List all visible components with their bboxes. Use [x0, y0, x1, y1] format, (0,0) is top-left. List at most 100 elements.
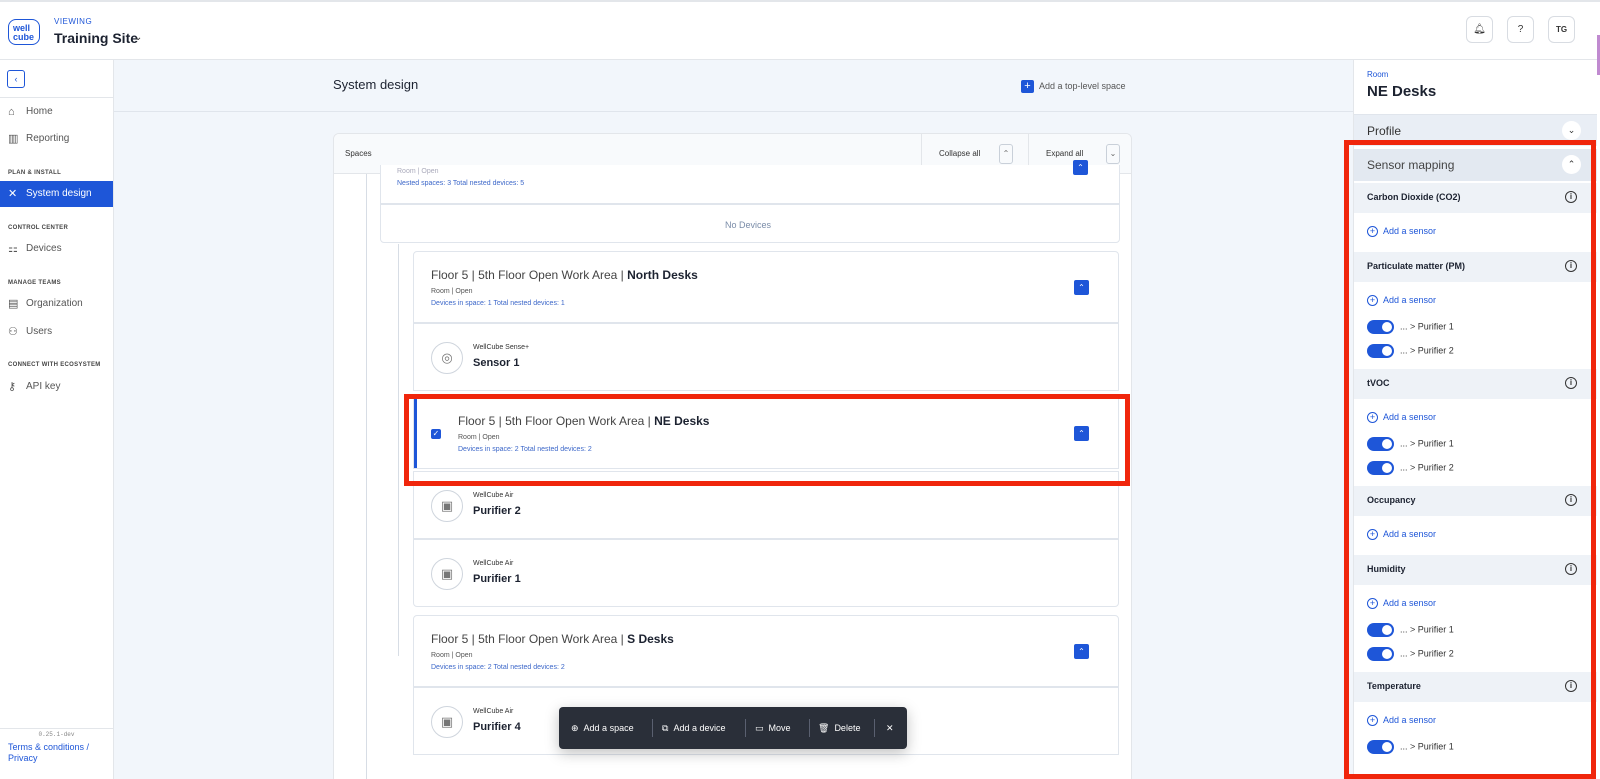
chevron-down-icon[interactable]: ⌄	[1562, 121, 1581, 140]
chevron-down-icon[interactable]: ⌄	[134, 32, 142, 43]
toggle-switch[interactable]	[1367, 623, 1394, 637]
wellcube-logo[interactable]: well cube	[8, 19, 40, 45]
toggle-switch[interactable]	[1367, 461, 1394, 475]
section-teams: MANAGE TEAMS	[8, 280, 61, 286]
profile-section-header[interactable]: Profile ⌄	[1354, 114, 1597, 146]
space-row-partial[interactable]: Room | Open Nested spaces: 3 Total neste…	[380, 160, 1120, 204]
help-icon[interactable]: ?	[1507, 16, 1534, 43]
toggle-switch[interactable]	[1367, 320, 1394, 334]
mapping-toggle[interactable]: ... > Purifier 1	[1367, 740, 1454, 754]
collapse-space-icon[interactable]: ⌃	[1074, 426, 1089, 441]
user-avatar[interactable]: TG	[1548, 16, 1575, 43]
sensor-group-occupancy: Occupancy i	[1354, 486, 1597, 516]
top-bar: well cube VIEWING Training Site ⌄ 🔔︎ ? T…	[0, 0, 1600, 60]
add-top-level-label: Add a top-level space	[1039, 80, 1126, 91]
section-control: CONTROL CENTER	[8, 225, 69, 231]
delete-button[interactable]: 🗑︎ Delete	[818, 707, 860, 749]
site-selector[interactable]: Training Site	[54, 30, 138, 46]
sidebar-item-label: Users	[26, 326, 53, 337]
info-icon[interactable]: i	[1565, 680, 1577, 692]
mapping-toggle[interactable]: ... > Purifier 2	[1367, 647, 1454, 661]
home-icon: ⌂	[8, 106, 15, 118]
collapse-all-label: Collapse all	[939, 149, 981, 158]
group-name: Particulate matter (PM)	[1367, 261, 1466, 271]
add-top-level-space-button[interactable]: + Add a top-level space	[1021, 80, 1126, 93]
sidebar-item-label: Reporting	[26, 133, 70, 144]
mapping-toggle[interactable]: ... > Purifier 2	[1367, 344, 1454, 358]
viewing-label: VIEWING	[54, 17, 93, 26]
spaces-card: Spaces Collapse all ⌃ Expand all ⌄ Room …	[333, 133, 1132, 779]
add-sensor-button[interactable]: + Add a sensor	[1367, 529, 1436, 540]
space-row[interactable]: Floor 5 | 5th Floor Open Work Area | Nor…	[413, 251, 1119, 323]
details-panel: Room NE Desks Profile ⌄ Sensor mapping ⌃…	[1353, 60, 1597, 779]
info-icon[interactable]: i	[1565, 260, 1577, 272]
group-name: Humidity	[1367, 564, 1406, 574]
group-name: Carbon Dioxide (CO2)	[1367, 192, 1461, 202]
expand-all-icon: ⌄	[1106, 144, 1120, 164]
collapse-space-icon[interactable]: ⌃	[1073, 160, 1088, 175]
toggle-switch[interactable]	[1367, 740, 1394, 754]
device-type: WellCube Sense+	[473, 344, 530, 351]
collapse-space-icon[interactable]: ⌃	[1074, 644, 1089, 659]
toggle-switch[interactable]	[1367, 647, 1394, 661]
sidebar-item-users[interactable]: ⚇ Users	[0, 319, 113, 345]
info-icon[interactable]: i	[1565, 377, 1577, 389]
collapse-sidebar-icon[interactable]: ‹	[7, 70, 25, 88]
device-name: Purifier 1	[473, 573, 521, 585]
space-type: Room | Open	[431, 652, 473, 659]
divider	[652, 719, 653, 737]
mapping-toggle[interactable]: ... > Purifier 2	[1367, 461, 1454, 475]
sidebar-item-devices[interactable]: ⚏ Devices	[0, 236, 113, 262]
spaces-label: Spaces	[345, 149, 372, 158]
device-row[interactable]: ◎ WellCube Sense+ Sensor 1	[413, 323, 1119, 391]
trash-icon: 🗑︎	[818, 723, 830, 733]
move-button[interactable]: ▭ Move	[755, 707, 791, 749]
organization-icon: ▤	[8, 298, 19, 310]
no-devices-text: No Devices	[725, 220, 772, 230]
space-row-selected[interactable]: ✓ Floor 5 | 5th Floor Open Work Area | N…	[413, 397, 1119, 469]
chevron-up-icon[interactable]: ⌃	[1562, 155, 1581, 174]
toggle-switch[interactable]	[1367, 344, 1394, 358]
terms-link[interactable]: Terms & conditions / Privacy	[8, 742, 105, 764]
info-icon[interactable]: i	[1565, 563, 1577, 575]
close-toolbar-button[interactable]: ✕	[886, 707, 894, 749]
device-row[interactable]: ▣ WellCube Air Purifier 1	[413, 539, 1119, 607]
sidebar-item-organization[interactable]: ▤ Organization	[0, 291, 113, 317]
purifier-icon: ▣	[431, 490, 463, 522]
space-row[interactable]: Floor 5 | 5th Floor Open Work Area | S D…	[413, 615, 1119, 687]
info-icon[interactable]: i	[1565, 191, 1577, 203]
add-sensor-button[interactable]: + Add a sensor	[1367, 295, 1436, 306]
divider	[0, 97, 113, 98]
device-type: WellCube Air	[473, 708, 514, 715]
sidebar-item-home[interactable]: ⌂ Home	[0, 99, 113, 125]
add-sensor-button[interactable]: + Add a sensor	[1367, 715, 1436, 726]
collapse-space-icon[interactable]: ⌃	[1074, 280, 1089, 295]
add-sensor-button[interactable]: + Add a sensor	[1367, 598, 1436, 609]
device-row[interactable]: ▣ WellCube Air Purifier 2	[413, 471, 1119, 539]
sensor-mapping-header[interactable]: Sensor mapping ⌃	[1354, 149, 1597, 181]
space-nest-info: Devices in space: 2 Total nested devices…	[431, 664, 565, 671]
add-sensor-button[interactable]: + Add a sensor	[1367, 226, 1436, 237]
sidebar-item-api-key[interactable]: ⚷ API key	[0, 374, 113, 400]
sidebar: ‹ ⌂ Home ▥ Reporting PLAN & INSTALL ✕ Syste…	[0, 60, 114, 779]
toggle-switch[interactable]	[1367, 437, 1394, 451]
add-device-button[interactable]: ⧉ Add a device	[662, 707, 725, 749]
device-name: Sensor 1	[473, 357, 520, 369]
group-name: Temperature	[1367, 681, 1421, 691]
mapping-toggle[interactable]: ... > Purifier 1	[1367, 623, 1454, 637]
sidebar-item-reporting[interactable]: ▥ Reporting	[0, 126, 113, 152]
add-space-button[interactable]: ⊕ Add a space	[571, 707, 634, 749]
mapping-toggle[interactable]: ... > Purifier 1	[1367, 437, 1454, 451]
mapping-toggle[interactable]: ... > Purifier 1	[1367, 320, 1454, 334]
divider	[809, 719, 810, 737]
tree-line	[366, 174, 367, 779]
checkbox-icon[interactable]: ✓	[431, 429, 441, 439]
delete-label: Delete	[834, 723, 861, 733]
sensor-group-co2: Carbon Dioxide (CO2) i	[1354, 183, 1597, 213]
bell-icon[interactable]: 🔔︎	[1466, 16, 1493, 43]
add-sensor-button[interactable]: + Add a sensor	[1367, 412, 1436, 423]
plus-circle-icon: +	[1367, 295, 1378, 306]
sidebar-item-label: Organization	[26, 298, 83, 309]
sidebar-item-system-design[interactable]: ✕ System design	[0, 181, 113, 207]
info-icon[interactable]: i	[1565, 494, 1577, 506]
